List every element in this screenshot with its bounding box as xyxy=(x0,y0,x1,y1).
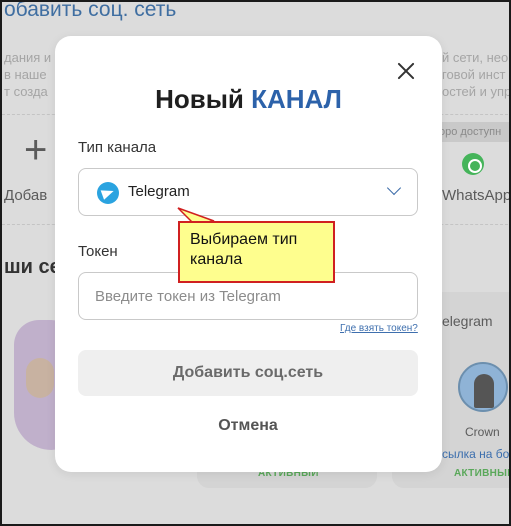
background-intro-line: й сети, нео xyxy=(442,50,509,65)
background-add-label: Добав xyxy=(4,187,48,204)
background-intro-line: в наше xyxy=(4,67,47,82)
avatar xyxy=(458,362,508,412)
background-intro-line: т созда xyxy=(4,84,48,99)
channel-type-select[interactable]: Telegram xyxy=(78,168,418,216)
background-page-title: обавить соц. сеть xyxy=(4,0,177,21)
background-illustration-detail xyxy=(26,358,54,398)
annotation-callout: Выбираем тип канала xyxy=(178,221,335,283)
add-social-network-button[interactable]: Добавить соц.сеть xyxy=(78,350,418,396)
background-card-label: elegram xyxy=(442,313,493,329)
background-intro-line: говой инст xyxy=(442,67,506,82)
channel-type-value: Telegram xyxy=(128,183,190,200)
token-label: Токен xyxy=(78,243,118,260)
plus-icon: + xyxy=(24,128,48,172)
background-section-heading: ши се xyxy=(4,256,61,278)
chevron-down-icon[interactable] xyxy=(389,183,401,195)
channel-type-label: Тип канала xyxy=(78,139,157,156)
telegram-icon xyxy=(97,182,119,204)
background-card-link: сылка на бот xyxy=(442,447,511,461)
background-whatsapp-label: WhatsApp xyxy=(442,187,511,204)
background-intro-line: остей и упр xyxy=(442,84,511,99)
status-badge: АКТИВНЫЙ xyxy=(454,468,511,479)
modal-title: Новый КАНАЛ xyxy=(55,84,442,115)
token-help-link[interactable]: Где взять токен? xyxy=(340,323,418,334)
background-card-name: Crown xyxy=(465,425,500,439)
modal-title-prefix: Новый xyxy=(155,84,244,114)
whatsapp-icon xyxy=(462,153,484,175)
cancel-button[interactable]: Отмена xyxy=(78,404,418,448)
coming-soon-badge: оро доступн xyxy=(433,122,509,142)
screenshot-frame: обавить соц. сеть дания и в наше т созда… xyxy=(0,0,511,526)
close-icon[interactable] xyxy=(396,61,416,81)
background-intro-line: дания и xyxy=(4,50,52,65)
modal-title-accent: КАНАЛ xyxy=(251,84,342,114)
